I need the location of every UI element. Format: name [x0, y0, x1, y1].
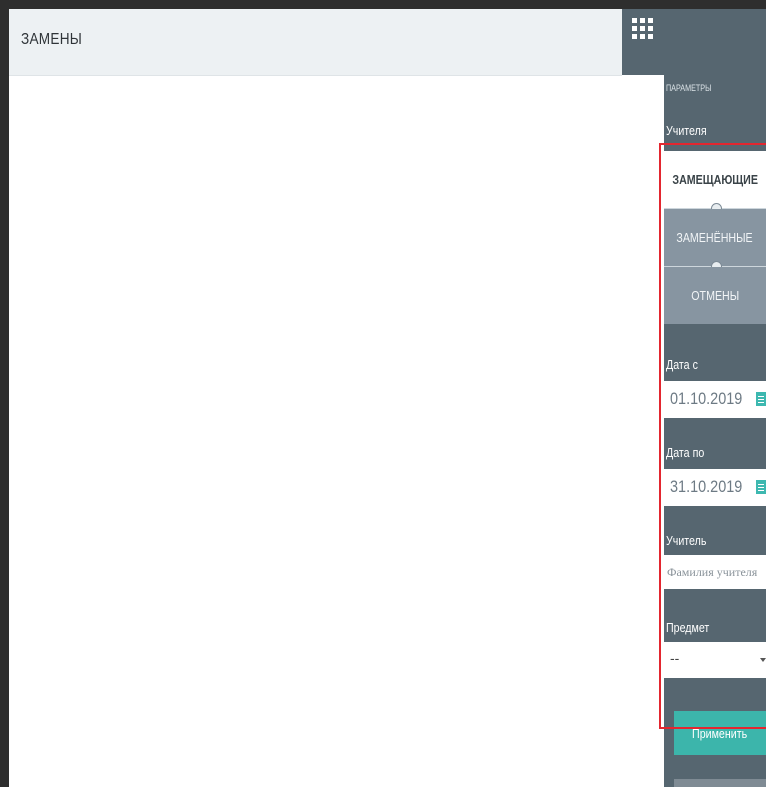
teachers-label: Учителя — [666, 123, 707, 138]
secondary-button[interactable] — [674, 779, 766, 787]
segment-cancellations-label: ОТМЕНЫ — [691, 288, 739, 303]
date-from-label: Дата с — [666, 357, 698, 372]
panel-title: ПАРАМЕТРЫ — [666, 83, 712, 93]
teacher-surname-input[interactable] — [664, 555, 766, 589]
segment-replaced-label: ЗАМЕНЁННЫЕ — [676, 230, 754, 245]
segment-replaced[interactable]: ЗАМЕНЁННЫЕ — [664, 209, 766, 266]
apply-button[interactable]: Применить — [674, 711, 766, 755]
date-from-value: 01.10.2019 — [670, 389, 743, 408]
apps-menu-button[interactable] — [622, 9, 664, 75]
calendar-icon[interactable] — [756, 392, 766, 406]
subject-selected-value: -- — [670, 650, 680, 666]
subject-label: Предмет — [666, 620, 710, 635]
date-from-field[interactable]: 01.10.2019 — [664, 381, 766, 418]
segment-cancellations[interactable]: ОТМЕНЫ — [664, 267, 766, 324]
teacher-label: Учитель — [666, 533, 707, 548]
caret-down-icon — [760, 658, 766, 662]
date-to-value: 31.10.2019 — [670, 477, 743, 496]
subject-select[interactable]: -- — [664, 642, 766, 678]
calendar-icon[interactable] — [756, 480, 766, 494]
parameters-panel: ПАРАМЕТРЫ Учителя ЗАМЕЩАЮЩИЕ ЗАМЕНЁННЫЕ … — [664, 9, 766, 787]
segment-replacing[interactable]: ЗАМЕЩАЮЩИЕ — [664, 151, 766, 208]
page-title: ЗАМЕНЫ — [21, 31, 83, 48]
header-bar: ЗАМЕНЫ — [9, 9, 622, 76]
segment-replacing-label: ЗАМЕЩАЮЩИЕ — [672, 172, 758, 187]
date-to-label: Дата по — [666, 445, 705, 460]
app-window: ЗАМЕНЫ ПАРАМЕТРЫ Учителя ЗАМЕЩАЮЩИЕ ЗАМЕ… — [9, 9, 766, 787]
grid-icon — [632, 18, 653, 39]
apply-button-label: Применить — [692, 725, 748, 741]
date-to-field[interactable]: 31.10.2019 — [664, 469, 766, 506]
